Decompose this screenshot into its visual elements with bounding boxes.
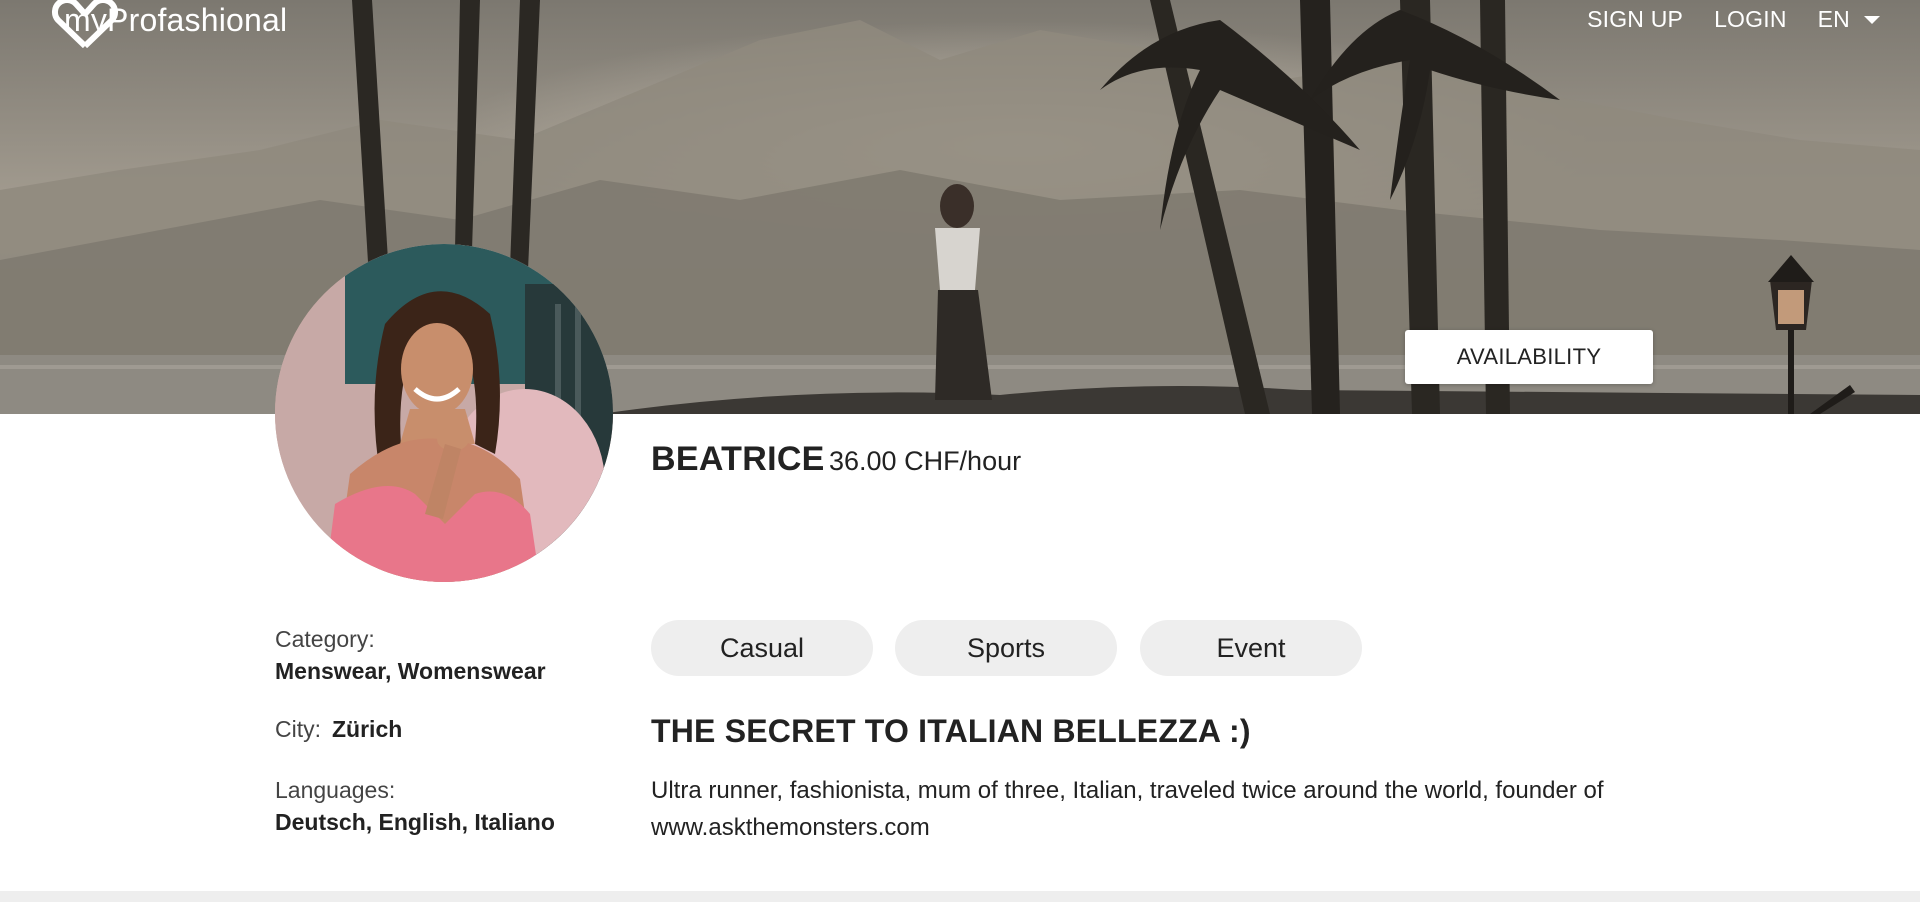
profile-headline: THE SECRET TO ITALIAN BELLEZZA :) [651,713,1251,749]
hearts-logo-icon [51,0,119,48]
languages-value: Deutsch, English, Italiano [275,809,555,835]
language-label: EN [1817,5,1850,32]
top-nav: SIGN UP LOGIN EN [1587,0,1880,38]
sign-up-link[interactable]: SIGN UP [1587,6,1683,33]
bio-link: www.askthemonsters.com [651,814,930,841]
tag-casual[interactable]: Casual [651,620,873,676]
tag-event[interactable]: Event [1140,620,1362,676]
profile-bio: Ultra runner, fashionista, mum of three,… [651,772,1651,846]
hourly-rate: 36.00 CHF/hour [829,446,1022,476]
chevron-down-icon [1864,16,1880,24]
avatar [275,244,613,582]
tag-sports[interactable]: Sports [895,620,1117,676]
city-value: Zürich [332,716,403,742]
availability-button[interactable]: AVAILABILITY [1405,330,1653,384]
category-label: Category: [275,626,375,652]
city-label: City: [275,716,321,742]
logo[interactable]: myProfashional [50,0,287,48]
category-value: Menswear, Womenswear [275,658,546,684]
languages-label: Languages: [275,777,396,803]
bio-line: Ultra runner, fashionista, mum of three,… [651,777,1604,804]
login-link[interactable]: LOGIN [1714,6,1787,33]
footer-divider [0,891,1920,902]
profile-name: BEATRICE [651,440,825,478]
profile-photo [275,244,613,582]
language-selector[interactable]: EN [1818,6,1880,33]
